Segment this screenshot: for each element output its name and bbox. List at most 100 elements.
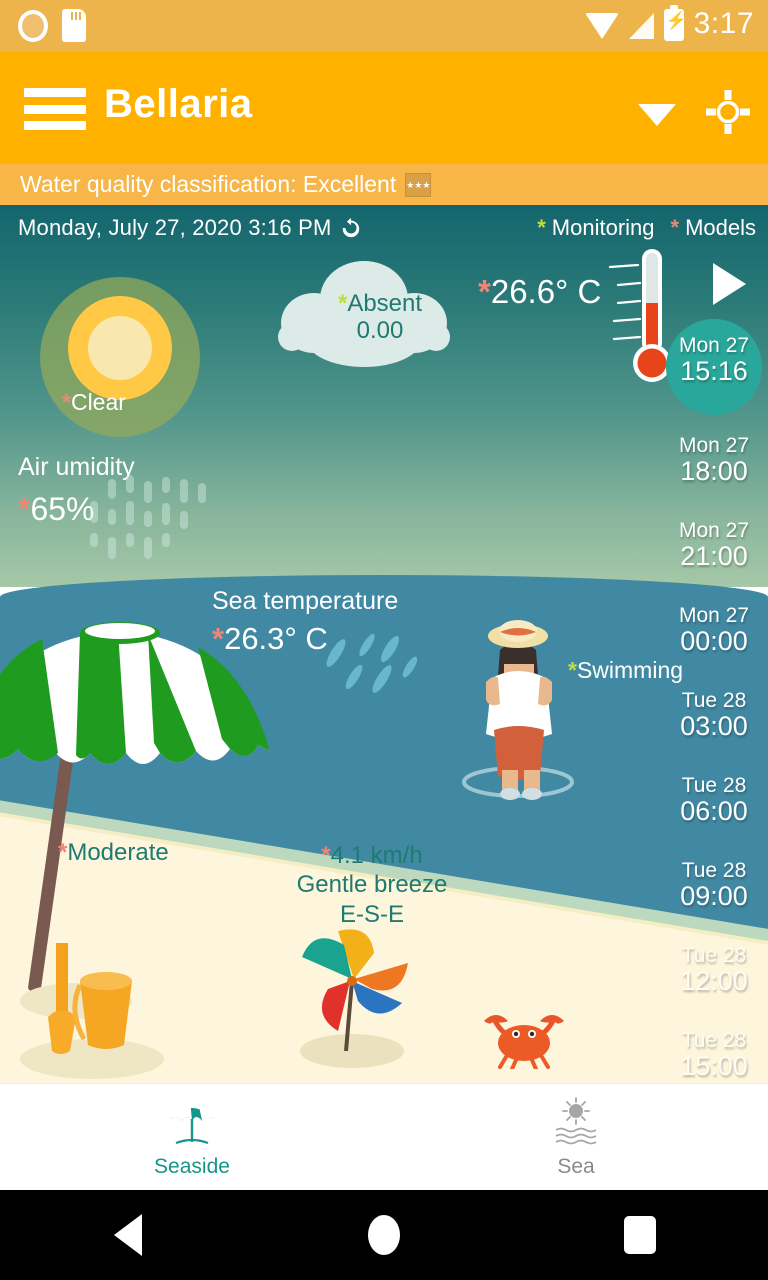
timeline-slot[interactable]: Tue 28 15:00 [660, 1029, 768, 1082]
legend-marker-monitoring: * [537, 215, 546, 240]
swimmer-rating-icon: ★★★ [405, 172, 432, 197]
timeline-time: 15:16 [680, 356, 748, 387]
timeline-slot[interactable]: Mon 27 00:00 [660, 604, 768, 657]
nav-label-sea: Sea [557, 1154, 595, 1178]
timeline-day: Tue 28 [681, 689, 747, 712]
sea-temperature-marker: * [212, 621, 225, 656]
sea-temperature-value-line: *26.3° C [212, 621, 328, 657]
wind-info: *4.1 km/h Gentle breeze E-S-E [262, 841, 482, 929]
humidity-drops-icon [88, 475, 206, 559]
wifi-icon [584, 13, 619, 39]
android-status-bar: 3:17 [0, 0, 768, 52]
timeline-slot[interactable]: Mon 27 21:00 [660, 519, 768, 572]
humidity-value-line: *65% [18, 491, 95, 528]
legend-item-monitoring[interactable]: * Monitoring [537, 215, 654, 241]
legend-label-monitoring: Monitoring [551, 215, 655, 240]
sky-condition-marker: * [62, 389, 71, 415]
gps-crosshair-icon[interactable] [706, 90, 750, 134]
precipitation-info: *Absent 0.00 [320, 290, 440, 345]
nav-tab-seaside[interactable]: Seaside [0, 1084, 384, 1191]
hamburger-menu-icon[interactable] [24, 88, 86, 130]
nav-label-seaside: Seaside [154, 1154, 230, 1178]
timeline-time: 15:00 [680, 1051, 748, 1082]
timeline-day: Mon 27 [678, 334, 750, 357]
nav-recents-button[interactable] [512, 1216, 768, 1254]
timeline-time: 09:00 [680, 881, 748, 912]
refresh-icon[interactable] [340, 217, 362, 239]
timeline-day: Mon 27 [678, 434, 750, 457]
bottom-navigation: Seaside Sea [0, 1083, 768, 1191]
android-navigation-bar [0, 1190, 768, 1280]
timeline-day: Tue 28 [681, 1029, 747, 1052]
sky-condition-label: *Clear [62, 389, 126, 416]
sd-card-icon [62, 9, 86, 42]
timeline-slot[interactable]: Tue 28 06:00 [660, 774, 768, 827]
sea-temperature-label: Sea temperature [212, 587, 399, 615]
precipitation-value: 0.00 [356, 316, 404, 344]
timeline-time: 21:00 [680, 541, 748, 572]
timeline-slot[interactable]: Tue 28 09:00 [660, 859, 768, 912]
datetime-text: Monday, July 27, 2020 3:16 PM [18, 215, 332, 240]
uv-index-text: Moderate [67, 839, 169, 866]
timeline-time: 06:00 [680, 796, 748, 827]
nav-tab-sea[interactable]: Sea [384, 1084, 768, 1191]
back-triangle-icon [114, 1214, 142, 1256]
swimming-marker: * [568, 657, 577, 683]
wind-marker: * [321, 842, 331, 869]
timeline-day: Tue 28 [681, 774, 747, 797]
app-bar: Bellaria [0, 52, 768, 164]
scene-datetime: Monday, July 27, 2020 3:16 PM [18, 215, 362, 241]
uv-index-label: *Moderate [58, 839, 169, 867]
precipitation-label: Absent [347, 290, 423, 317]
chevron-down-icon[interactable] [638, 104, 676, 126]
page-title: Bellaria [104, 82, 253, 126]
circle-ring-icon [18, 9, 48, 42]
wind-description: Gentle breeze [296, 871, 448, 899]
nav-home-button[interactable] [256, 1215, 512, 1255]
status-bar-left-icons [18, 9, 86, 42]
timeline-slot-current[interactable]: Mon 27 15:16 [660, 334, 768, 387]
sun-ring [68, 296, 172, 400]
timeline-slot[interactable]: Tue 28 12:00 [660, 944, 768, 997]
sand-toys-icon [20, 943, 164, 1079]
humidity-value: 65% [30, 491, 95, 527]
precipitation-marker: * [337, 290, 348, 317]
wind-speed: 4.1 km/h [330, 842, 423, 869]
recents-square-icon [624, 1216, 656, 1254]
sun-core [88, 316, 152, 380]
weather-scene: Monday, July 27, 2020 3:16 PM * Monitori… [0, 207, 768, 1083]
status-bar-clock: 3:17 [693, 6, 754, 40]
humidity-marker: * [18, 491, 31, 527]
uv-index-marker: * [58, 839, 68, 866]
timeline-day: Mon 27 [678, 604, 750, 627]
timeline-time: 00:00 [680, 626, 748, 657]
wind-speed-line: *4.1 km/h [262, 841, 482, 870]
timeline-slot[interactable]: Mon 27 18:00 [660, 434, 768, 487]
status-bar-right-icons: 3:17 [584, 4, 754, 41]
phone-screen: 3:17 Bellaria Water quality classificati… [0, 0, 768, 1280]
air-temperature-value: 26.6° [490, 273, 569, 310]
water-quality-text: Water quality classification: Excellent [20, 171, 397, 197]
timeline-time: 03:00 [680, 711, 748, 742]
battery-charging-icon [663, 5, 687, 41]
sun-over-waves-icon [555, 1096, 597, 1144]
timeline-slot[interactable]: Tue 28 03:00 [660, 689, 768, 742]
signal-icon [628, 13, 668, 39]
beach-umbrella-icon [170, 1098, 214, 1144]
timeline-time: 12:00 [680, 966, 748, 997]
forecast-timeline[interactable]: Mon 27 15:16 Mon 27 18:00 Mon 27 21:00 M… [660, 207, 768, 1083]
fish-school-icon [326, 633, 418, 693]
precipitation-label-line: *Absent [320, 290, 440, 318]
air-temperature-marker: * [478, 273, 491, 310]
water-quality-banner[interactable]: Water quality classification: Excellent … [0, 164, 768, 208]
timeline-time: 18:00 [680, 456, 748, 487]
air-temperature-unit: C [577, 273, 602, 310]
timeline-day: Tue 28 [681, 944, 747, 967]
pinwheel-icon [300, 929, 408, 1068]
sky-condition-text: Clear [70, 389, 126, 415]
nav-back-button[interactable] [0, 1214, 256, 1256]
timeline-day: Tue 28 [681, 859, 747, 882]
timeline-day: Mon 27 [678, 519, 750, 542]
crab-icon [484, 1015, 564, 1069]
home-circle-icon [368, 1215, 400, 1255]
